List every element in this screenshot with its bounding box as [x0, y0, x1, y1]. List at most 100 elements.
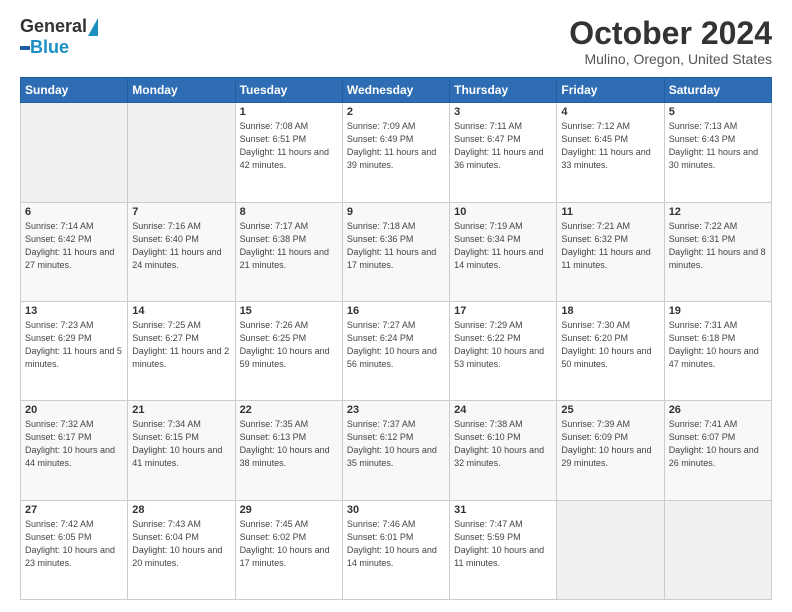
day-number-5: 5	[669, 106, 767, 118]
day-info-14: Sunrise: 7:25 AMSunset: 6:27 PMDaylight:…	[132, 319, 230, 371]
calendar-cell-3-3: 23 Sunrise: 7:37 AMSunset: 6:12 PMDayligh…	[342, 401, 449, 500]
day-number-21: 21	[132, 404, 230, 416]
header-right: October 2024 Mulino, Oregon, United Stat…	[569, 16, 772, 67]
day-info-7: Sunrise: 7:16 AMSunset: 6:40 PMDaylight:…	[132, 220, 230, 272]
calendar-cell-3-0: 20 Sunrise: 7:32 AMSunset: 6:17 PMDayligh…	[21, 401, 128, 500]
day-number-7: 7	[132, 206, 230, 218]
day-number-25: 25	[561, 404, 659, 416]
logo-triangle-icon	[88, 18, 98, 36]
day-info-11: Sunrise: 7:21 AMSunset: 6:32 PMDaylight:…	[561, 220, 659, 272]
calendar-cell-2-4: 17 Sunrise: 7:29 AMSunset: 6:22 PMDayligh…	[450, 301, 557, 400]
day-info-12: Sunrise: 7:22 AMSunset: 6:31 PMDaylight:…	[669, 220, 767, 272]
calendar-cell-2-2: 15 Sunrise: 7:26 AMSunset: 6:25 PMDayligh…	[235, 301, 342, 400]
calendar-cell-4-2: 29Sunrise: 7:45 AMSunset: 6:02 PMDayligh…	[235, 500, 342, 599]
day-info-24: Sunrise: 7:38 AMSunset: 6:10 PMDaylight:…	[454, 418, 552, 470]
day-info-22: Sunrise: 7:35 AMSunset: 6:13 PMDaylight:…	[240, 418, 338, 470]
calendar-cell-1-6: 12Sunrise: 7:22 AMSunset: 6:31 PMDayligh…	[664, 202, 771, 301]
day-number-31: 31	[454, 504, 552, 516]
day-number-18: 18	[561, 305, 659, 317]
week-row-0: 1Sunrise: 7:08 AMSunset: 6:51 PMDaylight…	[21, 103, 772, 202]
calendar-cell-3-1: 21 Sunrise: 7:34 AMSunset: 6:15 PMDayligh…	[128, 401, 235, 500]
day-number-10: 10	[454, 206, 552, 218]
calendar-cell-2-1: 14 Sunrise: 7:25 AMSunset: 6:27 PMDayligh…	[128, 301, 235, 400]
calendar-header-row: Sunday Monday Tuesday Wednesday Thursday…	[21, 78, 772, 103]
day-info-23: Sunrise: 7:37 AMSunset: 6:12 PMDaylight:…	[347, 418, 445, 470]
day-info-26: Sunrise: 7:41 AMSunset: 6:07 PMDaylight:…	[669, 418, 767, 470]
day-number-26: 26	[669, 404, 767, 416]
calendar-cell-0-6: 5 Sunrise: 7:13 AMSunset: 6:43 PMDaylight…	[664, 103, 771, 202]
calendar-cell-3-2: 22 Sunrise: 7:35 AMSunset: 6:13 PMDayligh…	[235, 401, 342, 500]
day-number-13: 13	[25, 305, 123, 317]
calendar-table: Sunday Monday Tuesday Wednesday Thursday…	[20, 77, 772, 600]
col-wednesday: Wednesday	[342, 78, 449, 103]
day-info-8: Sunrise: 7:17 AMSunset: 6:38 PMDaylight:…	[240, 220, 338, 272]
day-number-30: 30	[347, 504, 445, 516]
week-row-4: 27Sunrise: 7:42 AMSunset: 6:05 PMDayligh…	[21, 500, 772, 599]
day-number-20: 20	[25, 404, 123, 416]
calendar-cell-2-5: 18 Sunrise: 7:30 AMSunset: 6:20 PMDayligh…	[557, 301, 664, 400]
calendar-cell-1-2: 8 Sunrise: 7:17 AMSunset: 6:38 PMDaylight…	[235, 202, 342, 301]
calendar-cell-3-5: 25 Sunrise: 7:39 AMSunset: 6:09 PMDayligh…	[557, 401, 664, 500]
calendar-cell-4-3: 30 Sunrise: 7:46 AMSunset: 6:01 PMDayligh…	[342, 500, 449, 599]
col-tuesday: Tuesday	[235, 78, 342, 103]
calendar-cell-0-4: 3Sunrise: 7:11 AMSunset: 6:47 PMDaylight…	[450, 103, 557, 202]
calendar-cell-0-2: 1Sunrise: 7:08 AMSunset: 6:51 PMDaylight…	[235, 103, 342, 202]
calendar-cell-3-6: 26 Sunrise: 7:41 AMSunset: 6:07 PMDayligh…	[664, 401, 771, 500]
calendar-cell-0-5: 4 Sunrise: 7:12 AMSunset: 6:45 PMDaylight…	[557, 103, 664, 202]
day-number-23: 23	[347, 404, 445, 416]
day-info-15: Sunrise: 7:26 AMSunset: 6:25 PMDaylight:…	[240, 319, 338, 371]
col-sunday: Sunday	[21, 78, 128, 103]
month-title: October 2024	[569, 16, 772, 51]
day-number-29: 29	[240, 504, 338, 516]
day-info-5: Sunrise: 7:13 AMSunset: 6:43 PMDaylight:…	[669, 120, 767, 172]
page: General Blue October 2024 Mulino, Oregon…	[0, 0, 792, 612]
day-number-22: 22	[240, 404, 338, 416]
day-info-18: Sunrise: 7:30 AMSunset: 6:20 PMDaylight:…	[561, 319, 659, 371]
day-number-14: 14	[132, 305, 230, 317]
calendar-cell-1-1: 7 Sunrise: 7:16 AMSunset: 6:40 PMDaylight…	[128, 202, 235, 301]
day-number-9: 9	[347, 206, 445, 218]
calendar-cell-0-3: 2Sunrise: 7:09 AMSunset: 6:49 PMDaylight…	[342, 103, 449, 202]
day-number-4: 4	[561, 106, 659, 118]
day-info-1: Sunrise: 7:08 AMSunset: 6:51 PMDaylight:…	[240, 120, 338, 172]
calendar-cell-1-0: 6 Sunrise: 7:14 AMSunset: 6:42 PMDaylight…	[21, 202, 128, 301]
day-info-16: Sunrise: 7:27 AMSunset: 6:24 PMDaylight:…	[347, 319, 445, 371]
day-number-8: 8	[240, 206, 338, 218]
calendar-cell-1-3: 9Sunrise: 7:18 AMSunset: 6:36 PMDaylight…	[342, 202, 449, 301]
day-number-16: 16	[347, 305, 445, 317]
day-info-30: Sunrise: 7:46 AMSunset: 6:01 PMDaylight:…	[347, 518, 445, 570]
day-number-17: 17	[454, 305, 552, 317]
day-number-24: 24	[454, 404, 552, 416]
day-info-21: Sunrise: 7:34 AMSunset: 6:15 PMDaylight:…	[132, 418, 230, 470]
calendar-cell-4-1: 28 Sunrise: 7:43 AMSunset: 6:04 PMDayligh…	[128, 500, 235, 599]
day-info-19: Sunrise: 7:31 AMSunset: 6:18 PMDaylight:…	[669, 319, 767, 371]
week-row-2: 13Sunrise: 7:23 AMSunset: 6:29 PMDayligh…	[21, 301, 772, 400]
calendar-cell-4-0: 27Sunrise: 7:42 AMSunset: 6:05 PMDayligh…	[21, 500, 128, 599]
calendar-cell-0-1	[128, 103, 235, 202]
day-number-15: 15	[240, 305, 338, 317]
day-info-6: Sunrise: 7:14 AMSunset: 6:42 PMDaylight:…	[25, 220, 123, 272]
header: General Blue October 2024 Mulino, Oregon…	[20, 16, 772, 67]
day-info-31: Sunrise: 7:47 AMSunset: 5:59 PMDaylight:…	[454, 518, 552, 570]
day-info-10: Sunrise: 7:19 AMSunset: 6:34 PMDaylight:…	[454, 220, 552, 272]
day-number-11: 11	[561, 206, 659, 218]
day-number-6: 6	[25, 206, 123, 218]
day-number-2: 2	[347, 106, 445, 118]
col-saturday: Saturday	[664, 78, 771, 103]
calendar-cell-4-6	[664, 500, 771, 599]
day-info-25: Sunrise: 7:39 AMSunset: 6:09 PMDaylight:…	[561, 418, 659, 470]
day-number-28: 28	[132, 504, 230, 516]
day-number-19: 19	[669, 305, 767, 317]
calendar-cell-2-6: 19 Sunrise: 7:31 AMSunset: 6:18 PMDayligh…	[664, 301, 771, 400]
location: Mulino, Oregon, United States	[569, 51, 772, 67]
day-info-20: Sunrise: 7:32 AMSunset: 6:17 PMDaylight:…	[25, 418, 123, 470]
logo: General Blue	[20, 16, 98, 58]
day-info-4: Sunrise: 7:12 AMSunset: 6:45 PMDaylight:…	[561, 120, 659, 172]
day-info-27: Sunrise: 7:42 AMSunset: 6:05 PMDaylight:…	[25, 518, 123, 570]
day-info-28: Sunrise: 7:43 AMSunset: 6:04 PMDaylight:…	[132, 518, 230, 570]
day-info-17: Sunrise: 7:29 AMSunset: 6:22 PMDaylight:…	[454, 319, 552, 371]
calendar-cell-1-4: 10 Sunrise: 7:19 AMSunset: 6:34 PMDayligh…	[450, 202, 557, 301]
calendar-cell-0-0	[21, 103, 128, 202]
calendar-cell-1-5: 11 Sunrise: 7:21 AMSunset: 6:32 PMDayligh…	[557, 202, 664, 301]
col-monday: Monday	[128, 78, 235, 103]
